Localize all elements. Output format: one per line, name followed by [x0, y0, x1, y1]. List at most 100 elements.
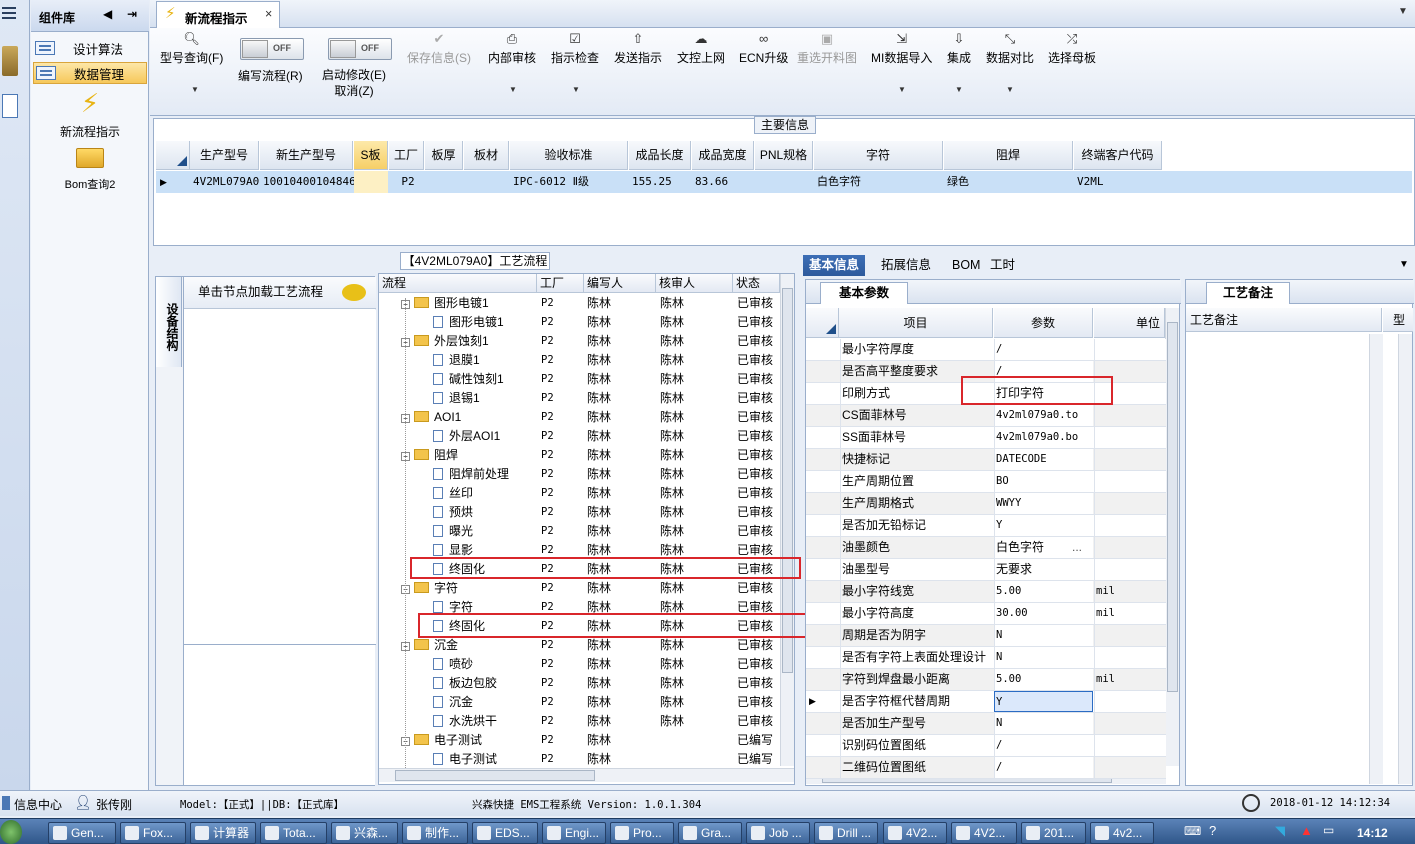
flow-row[interactable]: − 外层蚀刻1 P2 陈林 陈林 已审核: [379, 332, 777, 351]
taskbar-button[interactable]: Engi...: [542, 822, 606, 844]
monitor-icon[interactable]: ▭: [1323, 823, 1334, 837]
flow-node[interactable]: − AOI1: [401, 408, 461, 427]
main-col-header[interactable]: 生产型号: [190, 141, 259, 170]
flow-node[interactable]: − 电子测试: [401, 731, 482, 750]
taskbar-button[interactable]: Gen...: [48, 822, 116, 844]
taskbar-button[interactable]: Tota...: [260, 822, 327, 844]
button-label-2[interactable]: 取消(Z): [322, 83, 386, 99]
main-cell[interactable]: V2ML: [1074, 171, 1162, 193]
flow-horizontal-scrollbar[interactable]: [379, 768, 794, 782]
param-value[interactable]: N: [994, 647, 1093, 668]
flow-col-header[interactable]: 编写人: [584, 274, 656, 293]
flow-node[interactable]: 外层AOI1: [433, 427, 500, 446]
main-cell[interactable]: [354, 171, 388, 193]
taskbar-button[interactable]: Fox...: [120, 822, 186, 844]
select-motherboard-button[interactable]: ⤮ 选择母板: [1048, 32, 1096, 66]
params-row[interactable]: 周期是否为阴字 N: [806, 625, 1166, 647]
param-value[interactable]: 30.00: [994, 603, 1093, 624]
save-info-button[interactable]: ✔ 保存信息(S): [407, 32, 471, 66]
taskbar-button[interactable]: 4V2...: [951, 822, 1017, 844]
start-button[interactable]: [0, 820, 22, 844]
param-value[interactable]: /: [994, 757, 1093, 778]
params-row[interactable]: 字符到焊盘最小距离 5.00 mil: [806, 669, 1166, 691]
main-col-header[interactable]: 成品长度: [629, 141, 691, 170]
flow-node[interactable]: 丝印: [433, 484, 473, 503]
device-tree-body[interactable]: [184, 310, 376, 645]
flow-row[interactable]: 水洗烘干 P2 陈林 陈林 已审核: [379, 712, 777, 731]
taskbar-button[interactable]: Pro...: [610, 822, 674, 844]
flow-row[interactable]: 图形电镀1 P2 陈林 陈林 已审核: [379, 313, 777, 332]
flow-row[interactable]: 外层AOI1 P2 陈林 陈林 已审核: [379, 427, 777, 446]
main-cell[interactable]: 10010400104846: [260, 171, 356, 193]
flow-node[interactable]: 电子测试: [433, 750, 497, 769]
taskbar-button[interactable]: Drill ...: [814, 822, 878, 844]
integrate-button[interactable]: ⇩ 集成: [947, 32, 971, 66]
flow-node[interactable]: 水洗烘干: [433, 712, 497, 731]
dropdown-arrow-icon[interactable]: ▼: [191, 85, 199, 94]
param-value[interactable]: 4v2ml079a0.to: [994, 405, 1093, 426]
table-icon[interactable]: [2, 94, 18, 118]
flow-node[interactable]: 阻焊前处理: [433, 465, 509, 484]
hamburger-icon[interactable]: [2, 6, 16, 20]
flow-node[interactable]: 图形电镀1: [433, 313, 504, 332]
params-row[interactable]: 是否加无铅标记 Y: [806, 515, 1166, 537]
param-value[interactable]: 5.00: [994, 581, 1093, 602]
main-cell[interactable]: 83.66: [692, 171, 754, 193]
tab-new-flow[interactable]: ⚡ 新流程指示 ×: [156, 1, 280, 28]
param-value[interactable]: N: [994, 625, 1093, 646]
dropdown-arrow-icon[interactable]: ▼: [955, 85, 963, 94]
main-col-header[interactable]: 成品宽度: [692, 141, 754, 170]
params-row[interactable]: 快捷标记 DATECODE: [806, 449, 1166, 471]
params-vertical-scrollbar[interactable]: [1165, 308, 1179, 766]
flow-node[interactable]: 板边包胶: [433, 674, 497, 693]
params-row[interactable]: 是否字符框代替周期 Y ▶: [806, 691, 1166, 713]
tab-process-notes[interactable]: 工艺备注: [1206, 282, 1290, 304]
keyboard-icon[interactable]: ⌨: [1184, 824, 1201, 838]
dropdown-arrow-icon[interactable]: ▼: [1006, 85, 1014, 94]
main-col-header[interactable]: 新生产型号: [260, 141, 353, 170]
flow-node[interactable]: − 外层蚀刻1: [401, 332, 489, 351]
write-flow-toggle[interactable]: OFF: [240, 38, 304, 60]
flow-row[interactable]: − 图形电镀1 P2 陈林 陈林 已审核: [379, 294, 777, 313]
flow-row[interactable]: 曝光 P2 陈林 陈林 已审核: [379, 522, 777, 541]
shortcut-bom-query[interactable]: Bom查询2: [31, 148, 149, 192]
flow-row[interactable]: 退锡1 P2 陈林 陈林 已审核: [379, 389, 777, 408]
internal-review-button[interactable]: ⎙ 内部审核: [488, 32, 536, 66]
flow-row[interactable]: 丝印 P2 陈林 陈林 已审核: [379, 484, 777, 503]
nav-item-data-management[interactable]: 数据管理: [33, 62, 147, 84]
params-row[interactable]: 最小字符高度 30.00 mil: [806, 603, 1166, 625]
info-center-label[interactable]: 信息中心: [14, 796, 62, 813]
ellipsis-button[interactable]: ...: [1072, 537, 1082, 558]
params-row[interactable]: CS面菲林号 4v2ml079a0.to: [806, 405, 1166, 427]
taskbar-button[interactable]: EDS...: [472, 822, 538, 844]
flow-node[interactable]: 退膜1: [433, 351, 480, 370]
param-value[interactable]: DATECODE: [994, 449, 1093, 470]
ecn-upgrade-button[interactable]: ∞ ECN升级: [739, 32, 788, 66]
flow-col-header[interactable]: 流程: [379, 274, 537, 293]
flow-row[interactable]: 碱性蚀刻1 P2 陈林 陈林 已审核: [379, 370, 777, 389]
params-row[interactable]: 是否加生产型号 N: [806, 713, 1166, 735]
main-col-header[interactable]: PNL规格: [755, 141, 813, 170]
flow-node[interactable]: − 沉金: [401, 636, 458, 655]
taskbar-button[interactable]: 4V2...: [883, 822, 947, 844]
main-col-header[interactable]: 阻焊: [944, 141, 1073, 170]
params-row[interactable]: 是否有字符上表面处理设计 N: [806, 647, 1166, 669]
taskbar-button[interactable]: Gra...: [678, 822, 742, 844]
instruction-check-button[interactable]: ☑ 指示检查: [551, 32, 599, 66]
flow-node[interactable]: 碱性蚀刻1: [433, 370, 504, 389]
tab-bom[interactable]: BOM: [946, 255, 986, 276]
params-row[interactable]: 油墨颜色 白色字符...: [806, 537, 1166, 559]
flow-row[interactable]: 板边包胶 P2 陈林 陈林 已审核: [379, 674, 777, 693]
flow-node[interactable]: − 图形电镀1: [401, 294, 489, 313]
notes-column-header[interactable]: 工艺备注: [1186, 308, 1382, 332]
flow-node[interactable]: 预烘: [433, 503, 473, 522]
doc-control-online-button[interactable]: ☁ 文控上网: [677, 32, 725, 66]
reselect-cutting-button[interactable]: ▣ 重选开料图: [797, 32, 857, 66]
taskbar-button[interactable]: 计算器: [190, 822, 256, 844]
tab-extended-info[interactable]: 拓展信息: [875, 255, 937, 276]
params-row[interactable]: 生产周期格式 WWYY: [806, 493, 1166, 515]
tab-basic-info[interactable]: 基本信息: [803, 255, 866, 276]
main-cell[interactable]: 4V2ML079A0: [190, 171, 259, 193]
notes-vertical-scrollbar[interactable]: [1369, 334, 1383, 784]
model-query-button[interactable]: 🔍︎ 型号查询(F): [160, 32, 223, 66]
